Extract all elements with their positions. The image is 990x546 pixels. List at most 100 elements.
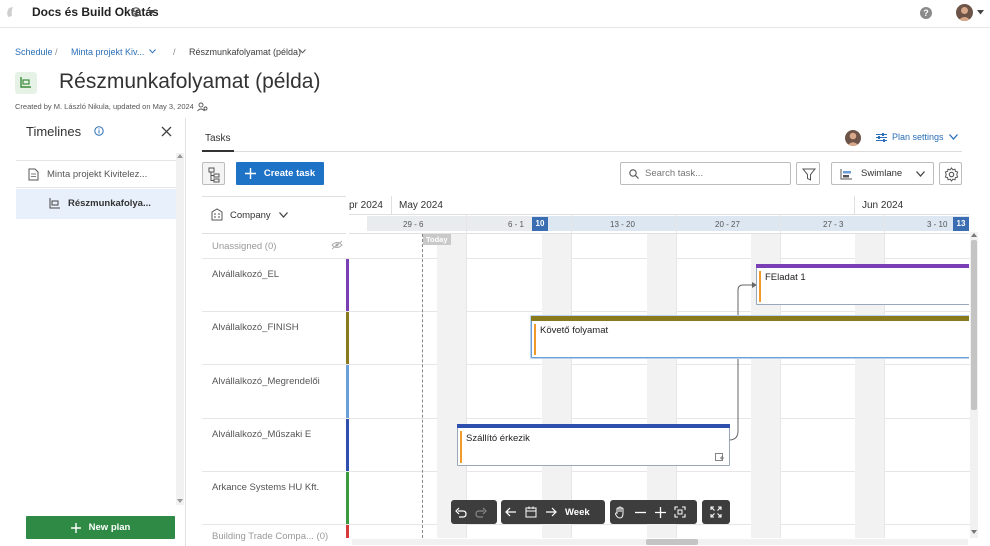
navigation-controls: Week [501,500,605,524]
chevron-down-icon[interactable] [299,49,306,54]
hierarchy-toggle-button[interactable] [202,162,225,185]
time-scale-select[interactable]: Week [561,507,594,518]
avatar[interactable] [956,4,973,21]
help-icon[interactable]: ? [920,7,932,19]
chevron-down-icon[interactable] [279,212,288,218]
horizontal-scroll-thumb[interactable] [646,539,698,545]
task-color-bar [531,316,969,321]
fullscreen-icon[interactable] [706,500,726,524]
timeline-icon [48,197,61,210]
chevron-down-icon[interactable] [149,49,156,54]
attachment-icon[interactable] [715,452,725,462]
week-band-highlight [532,216,969,231]
chevron-down-icon[interactable] [977,10,984,15]
calendar-icon[interactable] [521,500,541,524]
lane-label: Unassigned (0) [212,241,277,252]
users-icon[interactable] [197,102,208,112]
plan-settings-button[interactable]: Plan settings [876,132,958,142]
new-plan-label: New plan [88,522,131,533]
fit-icon[interactable] [670,500,690,524]
building-icon [211,208,223,221]
avatar[interactable] [845,130,861,146]
app-logo[interactable] [4,4,20,20]
tab-tasks[interactable]: Tasks [205,133,231,144]
arrow-right-icon[interactable] [541,500,561,524]
lane-label: Arkance Systems HU Kft. [212,482,320,493]
week-gridline [676,215,677,538]
task-bar-selected[interactable]: Követő folyamat [531,316,969,358]
sliders-icon [876,132,887,142]
search-icon [629,168,639,179]
zoom-controls [610,500,697,524]
scroll-up-icon[interactable] [177,154,183,158]
week-label: 3 - 10 [927,220,948,229]
scroll-up-icon[interactable] [971,233,977,237]
create-task-label: Create task [263,168,316,179]
search-box[interactable] [620,162,791,185]
breadcrumb-schedule[interactable]: Schedule [15,47,53,57]
week-label: 20 - 27 [715,220,740,229]
month-label: May 2024 [399,200,443,211]
hierarchy-icon [208,167,220,183]
search-input[interactable] [645,168,785,179]
sidebar-scrollbar[interactable] [176,153,184,505]
tabs-divider [202,151,962,152]
week-label: 6 - 1 [508,220,525,229]
task-name: Követő folyamat [540,325,609,336]
swimlane-dropdown[interactable]: Swimlane [831,162,934,185]
sidebar-item-label: Részmunkafolya... [68,198,151,209]
swimlane-label: Swimlane [861,168,903,179]
sidebar-item-label: Minta projekt Kivitelez... [47,169,148,180]
tab-active-indicator [202,150,234,152]
lane-label: Building Trade Compa... (0) [212,531,329,542]
task-bar[interactable]: Szállító érkezik [457,424,730,466]
close-icon[interactable] [161,126,172,137]
day-badge: 10 [532,217,548,231]
gear-icon [944,167,959,182]
week-label: 13 - 20 [610,220,635,229]
breadcrumb-project[interactable]: Minta projekt Kiv... [71,47,144,57]
zoom-out-icon[interactable] [630,500,650,524]
task-name: FEladat 1 [765,272,806,283]
breadcrumb-current[interactable]: Részmunkafolyamat (példa) [189,47,301,57]
filter-button[interactable] [796,162,820,185]
plan-settings-label: Plan settings [892,132,944,142]
chevron-down-icon [948,134,958,140]
history-controls [451,500,497,524]
new-plan-button[interactable]: New plan [26,516,175,539]
lane-label: Alvállalkozó_EL [212,269,280,280]
page-title: Részmunkafolyamat (példa) [59,70,321,93]
document-icon [28,168,39,181]
vertical-scroll-thumb[interactable] [971,240,977,410]
hand-icon[interactable] [610,500,630,524]
fullscreen-control [702,500,730,524]
create-task-button[interactable]: Create task [236,162,324,185]
sidebar-item-project[interactable]: Minta projekt Kivitelez... [16,160,176,188]
eye-hidden-icon[interactable] [331,240,343,250]
lane-label: Alvállalkozó_Megrendelői [212,376,320,387]
info-icon[interactable] [94,126,104,136]
weekend-column [437,234,467,538]
group-by-header[interactable] [202,196,346,234]
gantt-chart[interactable]: pr 2024 May 2024 Jun 2024 29 - 6 6 - 1 1… [349,196,969,538]
arrow-left-icon[interactable] [501,500,521,524]
month-divider [391,196,392,214]
chevron-down-icon [916,170,926,177]
redo-icon[interactable] [471,500,491,524]
group-by-label[interactable]: Company [230,210,271,221]
plus-icon [244,168,256,179]
settings-button[interactable] [939,162,962,185]
task-bar[interactable]: FEladat 1 [756,264,969,305]
plus-icon [70,522,81,533]
header-divider [349,214,969,215]
scroll-down-icon[interactable] [177,499,183,503]
page-subtitle: Created by M. László Nikula, updated on … [15,102,194,111]
scroll-down-icon[interactable] [971,530,977,534]
weekend-column [647,234,677,538]
undo-icon[interactable] [451,500,471,524]
task-stripe [460,431,462,463]
timelines-heading: Timelines [26,124,82,139]
chevron-down-icon[interactable] [148,10,155,15]
zoom-in-icon[interactable] [650,500,670,524]
sidebar-item-subworkflow[interactable]: Részmunkafolya... [16,189,176,219]
